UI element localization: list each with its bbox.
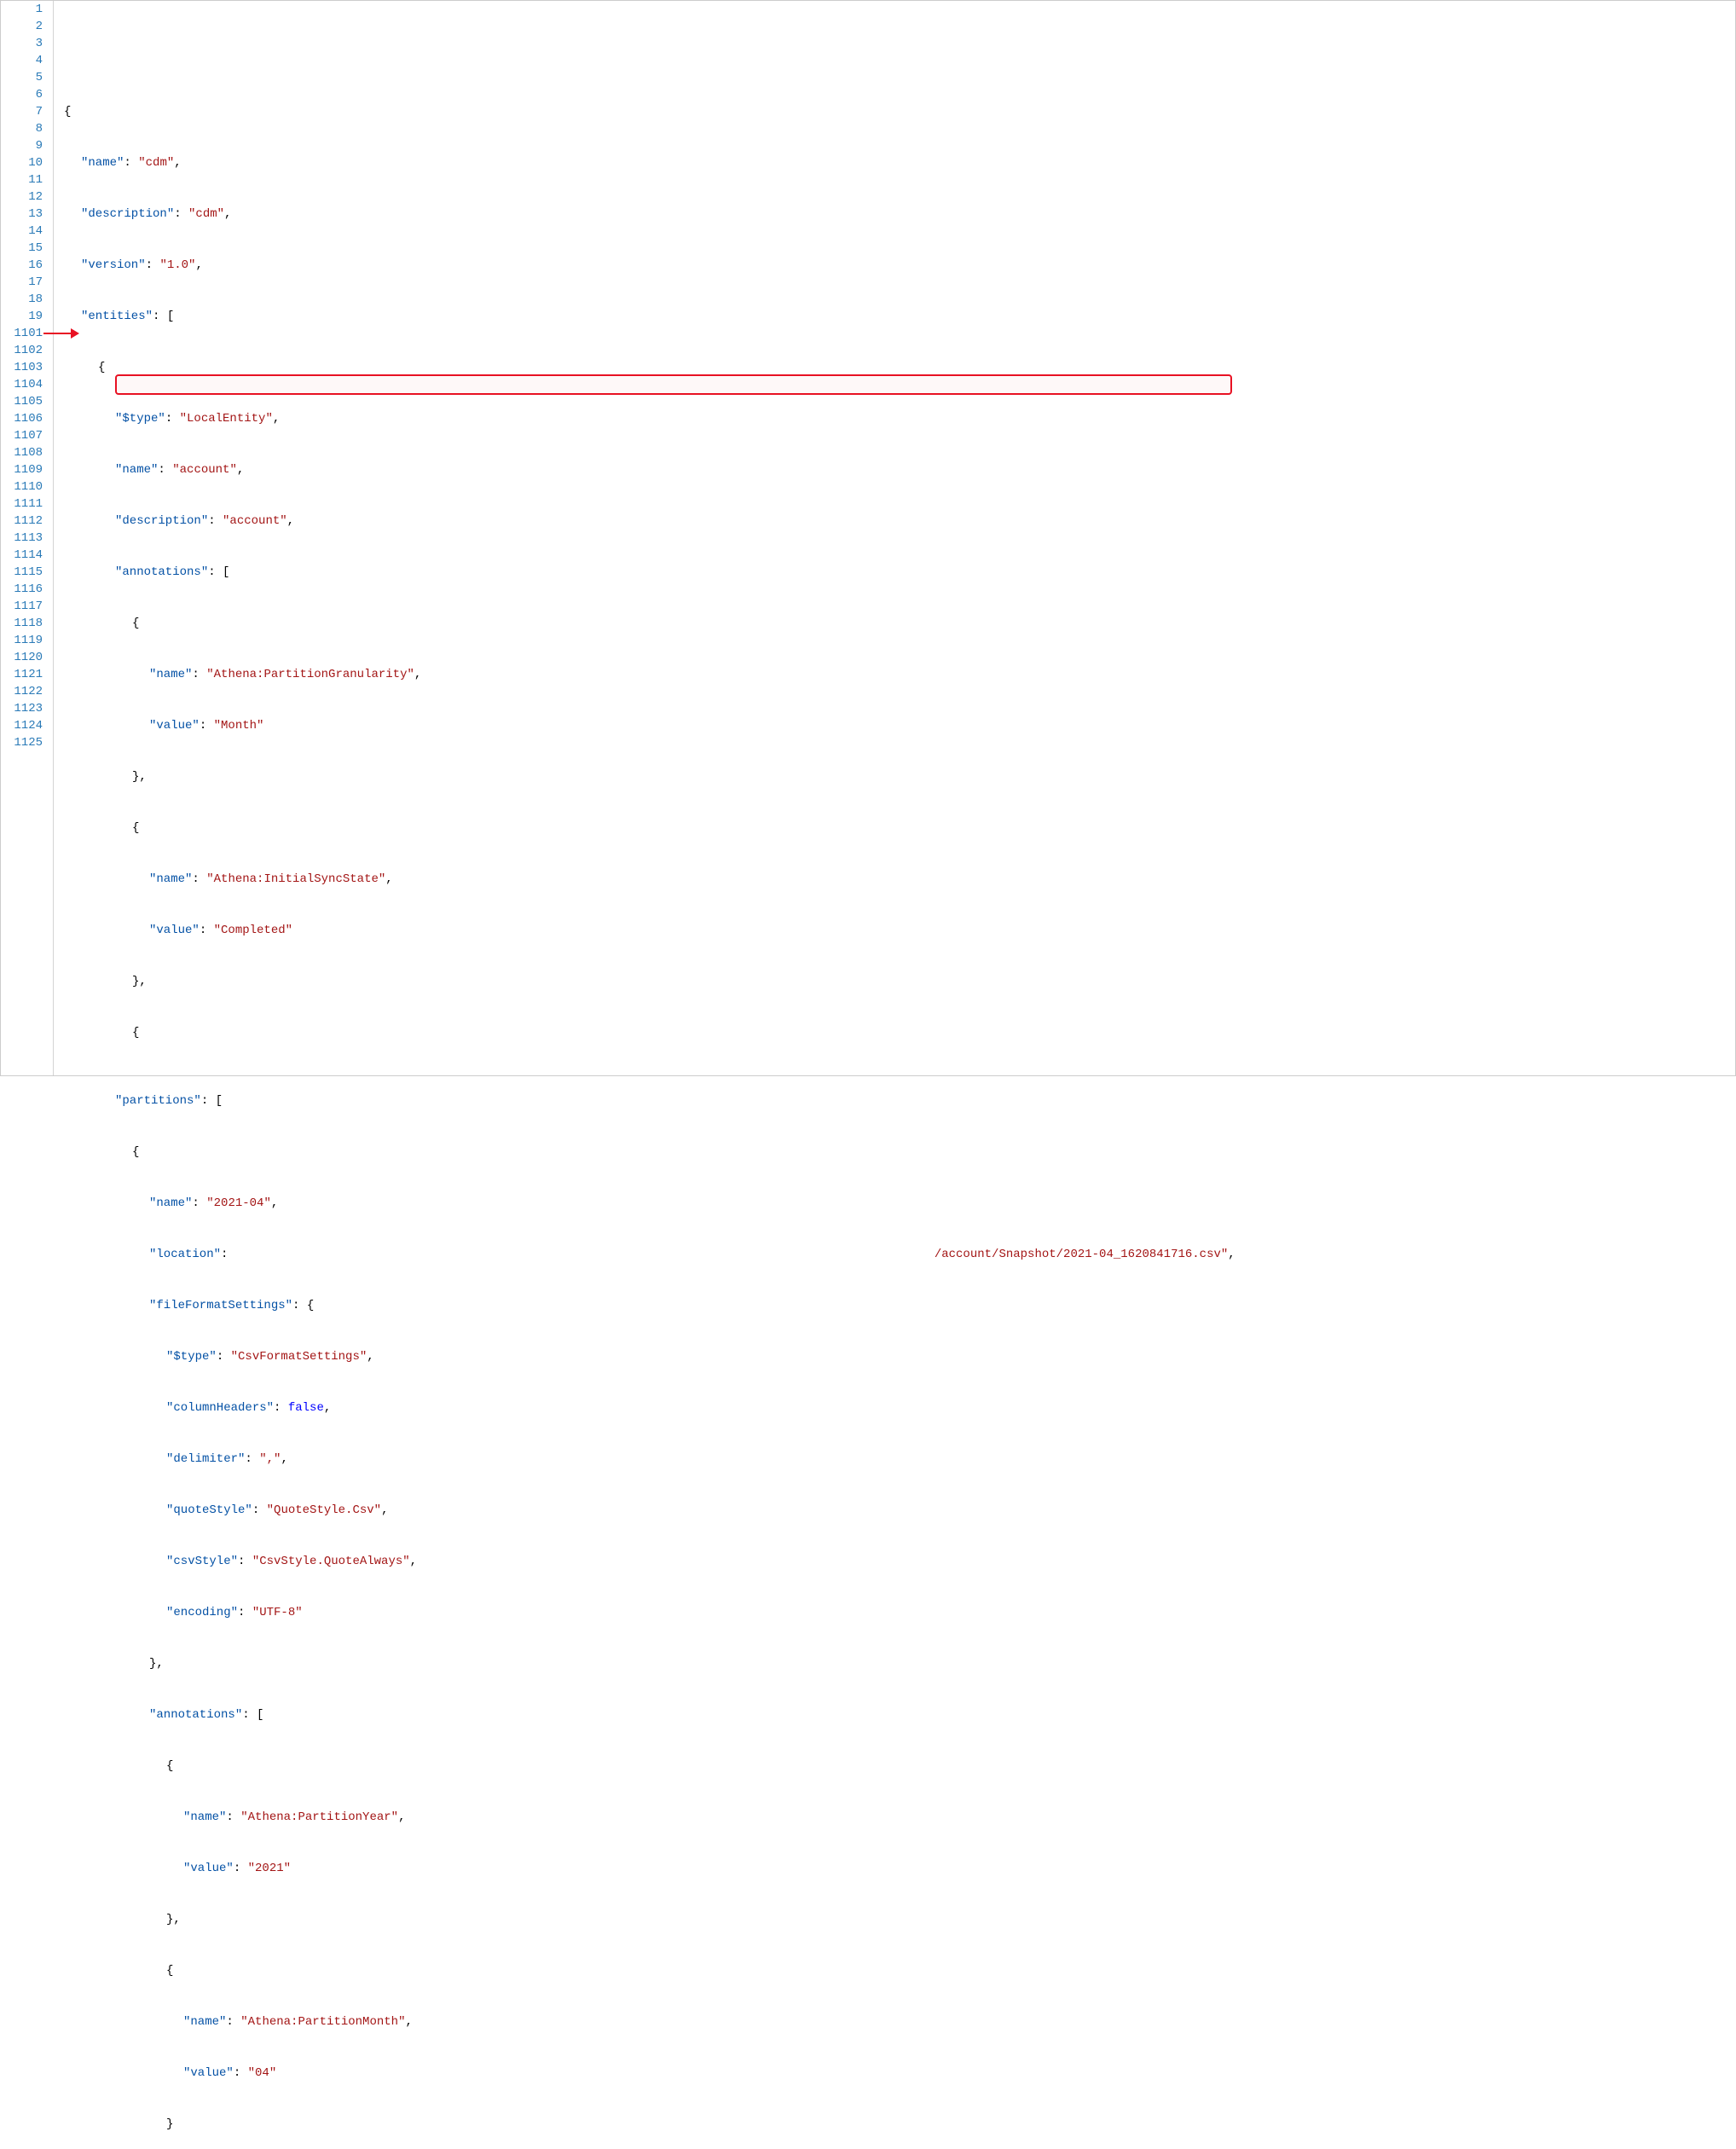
code-line[interactable]: "$type": "CsvFormatSettings",: [64, 1348, 1735, 1365]
line-number: 5: [1, 69, 43, 86]
line-number: 15: [1, 240, 43, 257]
code-line[interactable]: {: [64, 820, 1735, 837]
code-line[interactable]: "partitions": [: [64, 1092, 1735, 1109]
code-line[interactable]: {: [64, 615, 1735, 632]
line-number: 1117: [1, 598, 43, 615]
line-number: 1108: [1, 444, 43, 461]
code-line[interactable]: },: [64, 1911, 1735, 1928]
arrow-right-icon: [71, 328, 79, 339]
line-number: 1113: [1, 530, 43, 547]
line-number: 11: [1, 171, 43, 188]
code-line[interactable]: "name": "account",: [64, 461, 1735, 478]
line-number: 1116: [1, 581, 43, 598]
code-line[interactable]: },: [64, 1655, 1735, 1672]
line-number: 1123: [1, 700, 43, 717]
code-line[interactable]: {: [64, 103, 1735, 120]
code-editor[interactable]: 1 2 3 4 5 6 7 8 9 10 11 12 13 14 15 16 1…: [1, 1, 1735, 1075]
code-line[interactable]: "entities": [: [64, 308, 1735, 325]
code-line[interactable]: "name": "cdm",: [64, 154, 1735, 171]
line-number: 1110: [1, 478, 43, 495]
line-number: 1103: [1, 359, 43, 376]
line-number: 1121: [1, 666, 43, 683]
code-line[interactable]: },: [64, 768, 1735, 785]
code-line[interactable]: "value": "04": [64, 2065, 1735, 2082]
code-line[interactable]: "description": "cdm",: [64, 206, 1735, 223]
code-line[interactable]: "location": /account/Snapshot/2021-04_16…: [64, 1246, 1735, 1263]
line-number: 1104: [1, 376, 43, 393]
line-number: 1119: [1, 632, 43, 649]
code-line[interactable]: "columnHeaders": false,: [64, 1399, 1735, 1416]
line-number: 16: [1, 257, 43, 274]
line-number: 1107: [1, 427, 43, 444]
code-line[interactable]: {: [64, 1758, 1735, 1775]
highlight-box: [115, 374, 1232, 395]
code-line[interactable]: "value": "2021": [64, 1860, 1735, 1877]
line-number: 1115: [1, 564, 43, 581]
code-line[interactable]: "description": "account",: [64, 513, 1735, 530]
line-number: 1101: [1, 325, 43, 342]
line-number: 1125: [1, 734, 43, 751]
line-number: 13: [1, 206, 43, 223]
code-line[interactable]: "name": "Athena:InitialSyncState",: [64, 871, 1735, 888]
line-number: 1120: [1, 649, 43, 666]
line-number: 1114: [1, 547, 43, 564]
code-line[interactable]: "$type": "LocalEntity",: [64, 410, 1735, 427]
code-line[interactable]: {: [64, 1144, 1735, 1161]
code-line[interactable]: "quoteStyle": "QuoteStyle.Csv",: [64, 1502, 1735, 1519]
line-number: 1124: [1, 717, 43, 734]
redacted-text: [235, 1248, 935, 1260]
line-number: 1: [1, 1, 43, 18]
code-text-area[interactable]: { "name": "cdm", "description": "cdm", "…: [54, 1, 1735, 1075]
code-line[interactable]: "name": "Athena:PartitionYear",: [64, 1809, 1735, 1826]
code-line[interactable]: },: [64, 973, 1735, 990]
line-number: 1122: [1, 683, 43, 700]
line-number: 9: [1, 137, 43, 154]
line-number: 1118: [1, 615, 43, 632]
arrow-annotation: [43, 325, 86, 342]
line-number: 1112: [1, 513, 43, 530]
code-line[interactable]: }: [64, 2116, 1735, 2133]
code-line[interactable]: "value": "Month": [64, 717, 1735, 734]
code-line[interactable]: {: [64, 1962, 1735, 1979]
line-number: 4: [1, 52, 43, 69]
code-line[interactable]: "name": "Athena:PartitionMonth",: [64, 2013, 1735, 2030]
line-number: 3: [1, 35, 43, 52]
code-line[interactable]: "annotations": [: [64, 564, 1735, 581]
line-number: 17: [1, 274, 43, 291]
line-number: 10: [1, 154, 43, 171]
line-number: 14: [1, 223, 43, 240]
line-number: 7: [1, 103, 43, 120]
line-number: 2: [1, 18, 43, 35]
code-line[interactable]: "fileFormatSettings": {: [64, 1297, 1735, 1314]
line-number: 1111: [1, 495, 43, 513]
code-line[interactable]: {: [64, 1024, 1735, 1041]
code-line[interactable]: "name": "2021-04",: [64, 1195, 1735, 1212]
code-line[interactable]: "name": "Athena:PartitionGranularity",: [64, 666, 1735, 683]
code-line[interactable]: "encoding": "UTF-8": [64, 1604, 1735, 1621]
line-number: 19: [1, 308, 43, 325]
line-number: 8: [1, 120, 43, 137]
code-line[interactable]: "csvStyle": "CsvStyle.QuoteAlways",: [64, 1553, 1735, 1570]
code-line[interactable]: "version": "1.0",: [64, 257, 1735, 274]
line-number: 6: [1, 86, 43, 103]
code-line[interactable]: "value": "Completed": [64, 922, 1735, 939]
line-number: 18: [1, 291, 43, 308]
line-number: 1102: [1, 342, 43, 359]
code-line[interactable]: "delimiter": ",",: [64, 1451, 1735, 1468]
code-line[interactable]: "annotations": [: [64, 1706, 1735, 1723]
code-line[interactable]: {: [64, 359, 1735, 376]
line-number: 1105: [1, 393, 43, 410]
line-number: 1106: [1, 410, 43, 427]
line-number: 1109: [1, 461, 43, 478]
line-number: 12: [1, 188, 43, 206]
line-number-gutter: 1 2 3 4 5 6 7 8 9 10 11 12 13 14 15 16 1…: [1, 1, 54, 1075]
